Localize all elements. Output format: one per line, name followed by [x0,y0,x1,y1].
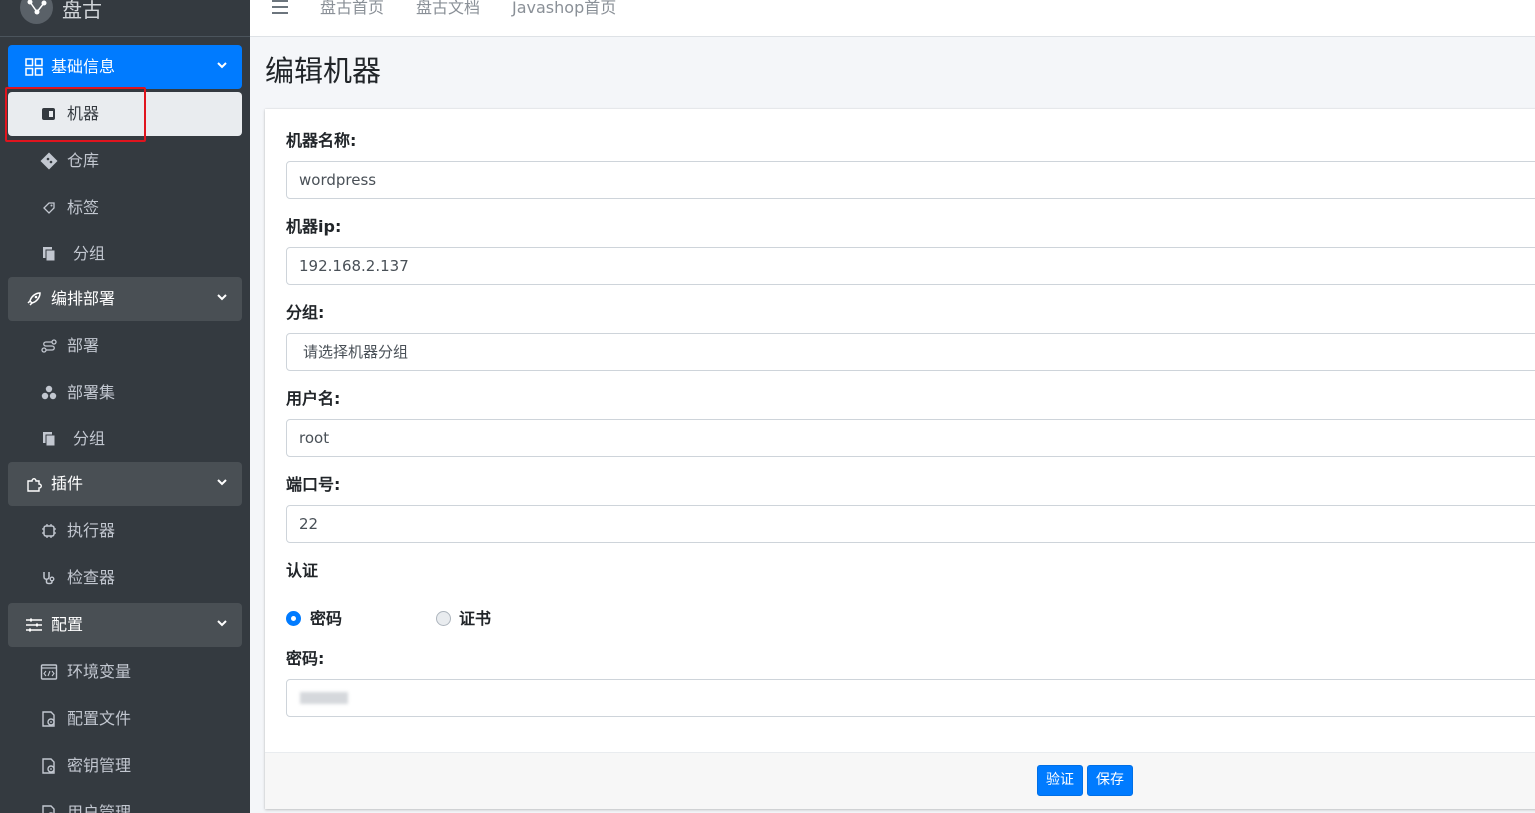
sidebar-item-label: 配置文件 [67,709,132,728]
cubes-icon [41,385,57,400]
nav-group-config[interactable]: 配置 [8,603,242,647]
top-navbar: 盘古首页 盘古文档 Javashop首页 [250,0,1535,37]
tag-icon [43,202,55,214]
nav-group-basic-info[interactable]: 基础信息 [8,45,242,89]
nav-group-label: 编排部署 [51,289,116,308]
sidebar-item-label: 仓库 [67,151,100,170]
code-window-icon [40,664,58,680]
sidebar-item-checker[interactable]: 检查器 [8,556,242,600]
puzzle-icon [27,478,42,492]
nav-group-label: 基础信息 [51,57,116,76]
page-title: 编辑机器 [265,54,382,88]
brand-name: 盘古 [62,0,102,22]
nav-link-docs[interactable]: 盘古文档 [416,0,480,18]
sidebar-item-label: 环境变量 [67,662,132,681]
brand[interactable]: 盘古 [0,0,250,37]
sliders-icon [26,618,42,632]
sidebar-item-label: 执行器 [67,521,116,540]
file-gear-icon [42,805,55,813]
stethoscope-icon [43,572,55,585]
chevron-down-icon [217,62,227,69]
chevron-down-icon [217,294,227,301]
verify-button[interactable]: 验证 [1037,765,1083,796]
sidebar-item-label: 分组 [73,429,106,448]
auth-password-label[interactable]: 密码 [310,609,342,629]
username-label: 用户名: [286,389,341,408]
group-label: 分组: [286,303,325,322]
sidebar-item-label: 标签 [67,198,100,217]
auth-password-radio[interactable] [286,611,301,626]
port-input[interactable] [286,505,1535,543]
machine-ip-input[interactable] [286,247,1535,285]
copy-icon [43,247,56,262]
port-label: 端口号: [286,475,341,494]
route-icon [41,339,57,353]
grid-icon [25,58,43,76]
sidebar-item-config-files[interactable]: 配置文件 [8,697,242,741]
auth-label: 认证 [286,561,319,580]
save-button[interactable]: 保存 [1087,765,1133,796]
group-select[interactable]: 请选择机器分组 [286,333,1535,371]
password-label: 密码: [286,649,325,668]
git-icon [40,152,58,170]
nav-group-label: 配置 [51,615,84,634]
sidebar-item-deployment-set[interactable]: 部署集 [8,371,242,415]
sidebar-item-env-vars[interactable]: 环境变量 [8,650,242,694]
sidebar-item-label: 密钥管理 [67,756,132,775]
highlight-box [5,87,146,142]
username-input[interactable] [286,419,1535,457]
machine-name-input[interactable] [286,161,1535,199]
sidebar-item-deploy-group[interactable]: 分组 [8,417,242,461]
auth-certificate-radio[interactable] [436,611,451,626]
sidebar-item-deployment[interactable]: 部署 [8,324,242,368]
password-mask [300,692,348,704]
sidebar-item-tag[interactable]: 标签 [8,186,242,230]
sidebar: 盘古 基础信息 机器 仓库 标签 分组 编排部署 部署 部署集 分组 插件 执行… [0,0,250,813]
name-label: 机器名称: [286,131,357,150]
sidebar-item-executor[interactable]: 执行器 [8,509,242,553]
nav-link-javashop[interactable]: Javashop首页 [512,0,616,18]
rocket-icon [27,292,41,306]
sidebar-item-label: 部署集 [67,383,116,402]
chevron-down-icon [217,620,227,627]
hamburger-icon[interactable] [272,0,288,14]
file-gear-icon [42,711,55,727]
nav-group-plugins[interactable]: 插件 [8,462,242,506]
chevron-down-icon [217,479,227,486]
sidebar-item-repo[interactable]: 仓库 [8,139,242,183]
nav-link-home[interactable]: 盘古首页 [320,0,384,18]
chip-icon [42,524,56,538]
nav-group-label: 插件 [51,474,84,493]
file-gear-icon [42,758,55,774]
sidebar-item-label: 检查器 [67,568,116,587]
sidebar-item-user-management[interactable]: 用户管理 [8,791,242,813]
password-input[interactable] [286,679,1535,717]
share-nodes-icon [20,0,53,24]
copy-icon [43,432,56,447]
auth-certificate-label[interactable]: 证书 [459,609,491,629]
nav-group-deploy[interactable]: 编排部署 [8,277,242,321]
sidebar-item-label: 部署 [67,336,100,355]
sidebar-item-label: 分组 [73,244,106,263]
ip-label: 机器ip: [286,217,342,236]
card-footer [265,752,1535,809]
sidebar-item-group[interactable]: 分组 [8,232,242,276]
sidebar-item-key-management[interactable]: 密钥管理 [8,744,242,788]
sidebar-item-label: 用户管理 [67,803,132,813]
